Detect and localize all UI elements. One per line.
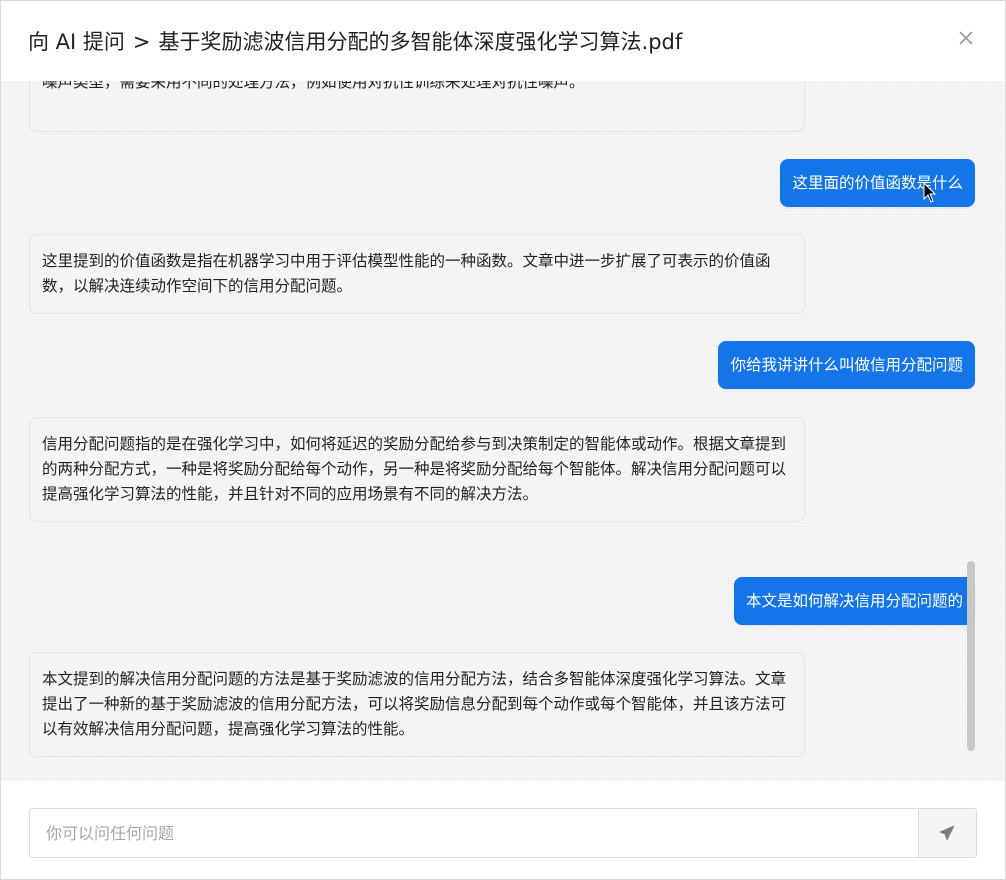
close-icon (959, 31, 973, 45)
ai-message-text: 本文提到的解决信用分配问题的方法是基于奖励滤波的信用分配方法，结合多智能体深度强… (42, 670, 787, 738)
mouse-cursor-icon (923, 182, 937, 203)
ai-message: 本文提到的解决信用分配问题的方法是基于奖励滤波的信用分配方法，结合多智能体深度强… (29, 652, 805, 757)
user-message: 这里面的价值函数是什么 (780, 159, 975, 207)
document-name: 基于奖励滤波信用分配的多智能体深度强化学习算法.pdf (158, 30, 683, 54)
send-button[interactable] (918, 809, 976, 857)
user-message-text: 本文是如何解决信用分配问题的 (745, 592, 963, 610)
dialog-title: 向 AI 提问 > 基于奖励滤波信用分配的多智能体深度强化学习算法.pdf (28, 26, 682, 56)
ask-ai-dialog: 向 AI 提问 > 基于奖励滤波信用分配的多智能体深度强化学习算法.pdf 噪声类型… (0, 0, 1006, 880)
ai-message: 这里提到的价值函数是指在机器学习中用于评估模型性能的一种函数。文章中进一步扩展了… (29, 234, 805, 314)
user-message: 本文是如何解决信用分配问题的 (733, 577, 975, 625)
send-icon (939, 825, 955, 841)
chat-history[interactable]: 噪声类型，需要采用不同的处理方法，例如使用对抗性训练来处理对抗性噪声。 这里面的… (1, 81, 1005, 781)
chat-scrollbar-thumb[interactable] (967, 561, 975, 751)
ai-message: 噪声类型，需要采用不同的处理方法，例如使用对抗性训练来处理对抗性噪声。 (29, 81, 805, 132)
question-input-bar (29, 808, 977, 858)
ai-message: 信用分配问题指的是在强化学习中，如何将延迟的奖励分配给参与到决策制定的智能体或动… (29, 417, 805, 522)
user-message-text: 这里面的价值函数是什么 (792, 174, 963, 192)
ai-message-text: 这里提到的价值函数是指在机器学习中用于评估模型性能的一种函数。文章中进一步扩展了… (42, 252, 771, 295)
user-message: 你给我讲讲什么叫做信用分配问题 (718, 341, 975, 389)
user-message-text: 你给我讲讲什么叫做信用分配问题 (730, 356, 963, 374)
breadcrumb-separator: > (132, 30, 151, 54)
ai-message-text: 信用分配问题指的是在强化学习中，如何将延迟的奖励分配给参与到决策制定的智能体或动… (42, 435, 787, 503)
dialog-header: 向 AI 提问 > 基于奖励滤波信用分配的多智能体深度强化学习算法.pdf (1, 1, 1005, 81)
title-prefix: 向 AI 提问 (28, 30, 125, 54)
question-input[interactable] (30, 809, 920, 857)
ai-message-text: 噪声类型，需要采用不同的处理方法，例如使用对抗性训练来处理对抗性噪声。 (42, 81, 585, 91)
close-button[interactable] (955, 27, 977, 49)
